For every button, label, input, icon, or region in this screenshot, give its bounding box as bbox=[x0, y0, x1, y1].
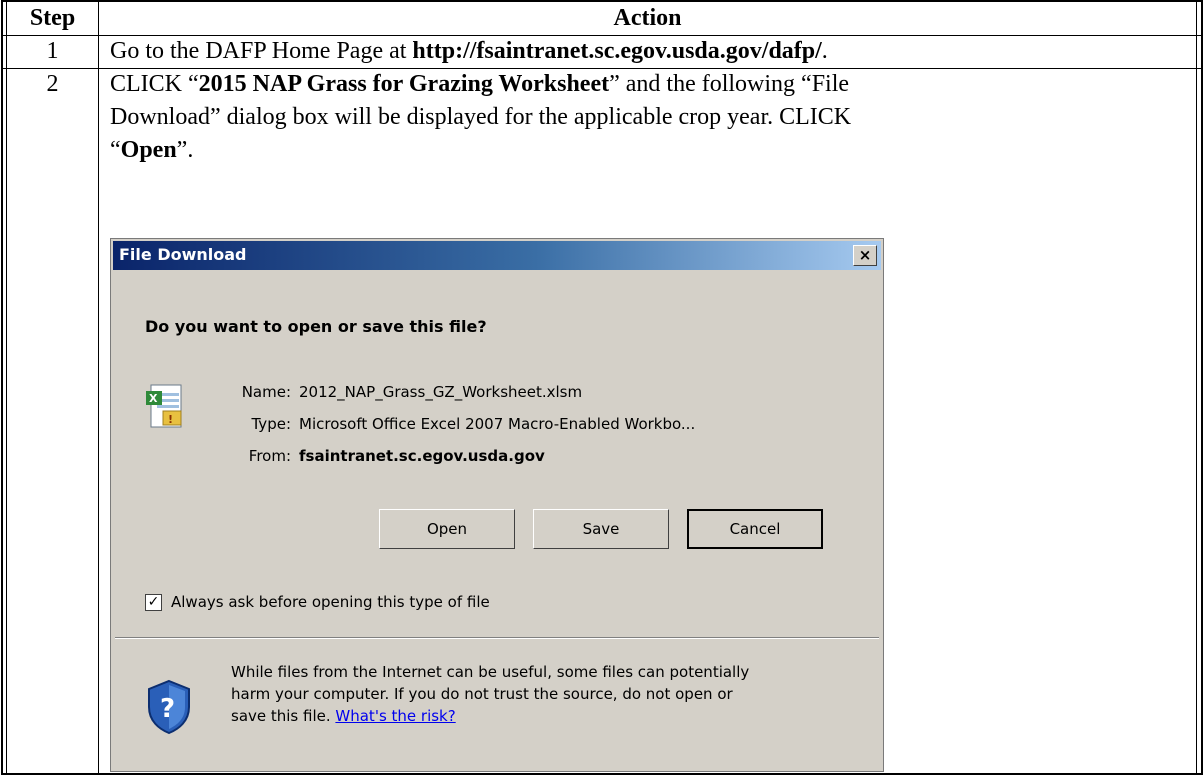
security-shield-icon: ? bbox=[148, 679, 190, 735]
open-instruction: Open bbox=[120, 137, 177, 163]
file-from-row: From: fsaintranet.sc.egov.usda.gov bbox=[248, 447, 545, 465]
dafp-url: http://fsaintranet.sc.egov.usda.gov/dafp… bbox=[412, 38, 822, 64]
dialog-titlebar[interactable]: File Download × bbox=[113, 241, 881, 270]
security-warning: While files from the Internet can be use… bbox=[231, 663, 750, 725]
file-download-dialog: File Download × Do you want to open or s… bbox=[110, 238, 884, 772]
svg-text:!: ! bbox=[168, 413, 173, 426]
file-type-value: Microsoft Office Excel 2007 Macro-Enable… bbox=[299, 415, 696, 433]
file-from-value: fsaintranet.sc.egov.usda.gov bbox=[299, 447, 545, 465]
always-ask-label[interactable]: Always ask before opening this type of f… bbox=[171, 593, 490, 611]
open-button[interactable]: Open bbox=[379, 509, 515, 549]
step-action-line: “Open”. bbox=[110, 137, 194, 163]
save-button[interactable]: Save bbox=[533, 509, 669, 549]
header-step: Step bbox=[29, 5, 76, 31]
always-ask-checkbox[interactable]: ✓ bbox=[145, 594, 162, 611]
step-number: 1 bbox=[46, 38, 59, 64]
excel-file-icon: X ! bbox=[146, 384, 182, 428]
step-action-line: Download” dialog box will be displayed f… bbox=[110, 104, 852, 130]
whats-the-risk-link[interactable]: What's the risk? bbox=[335, 707, 455, 725]
dialog-question: Do you want to open or save this file? bbox=[145, 317, 487, 336]
dialog-title: File Download bbox=[119, 245, 247, 264]
file-name-value: 2012_NAP_Grass_GZ_Worksheet.xlsm bbox=[299, 383, 583, 401]
cancel-button[interactable]: Cancel bbox=[687, 509, 823, 549]
svg-text:X: X bbox=[149, 392, 158, 405]
svg-text:?: ? bbox=[160, 694, 175, 724]
worksheet-link-name: 2015 NAP Grass for Grazing Worksheet bbox=[198, 71, 610, 97]
step-number: 2 bbox=[46, 71, 59, 97]
step-action: Go to the DAFP Home Page at http://fsain… bbox=[110, 38, 828, 64]
file-name-row: Name: 2012_NAP_Grass_GZ_Worksheet.xlsm bbox=[241, 383, 583, 401]
dialog-separator-highlight bbox=[115, 638, 879, 639]
step-action-line: CLICK “2015 NAP Grass for Grazing Worksh… bbox=[110, 71, 850, 97]
file-type-row: Type: Microsoft Office Excel 2007 Macro-E… bbox=[251, 415, 696, 433]
close-button[interactable]: × bbox=[853, 245, 877, 266]
header-action: Action bbox=[613, 5, 682, 31]
